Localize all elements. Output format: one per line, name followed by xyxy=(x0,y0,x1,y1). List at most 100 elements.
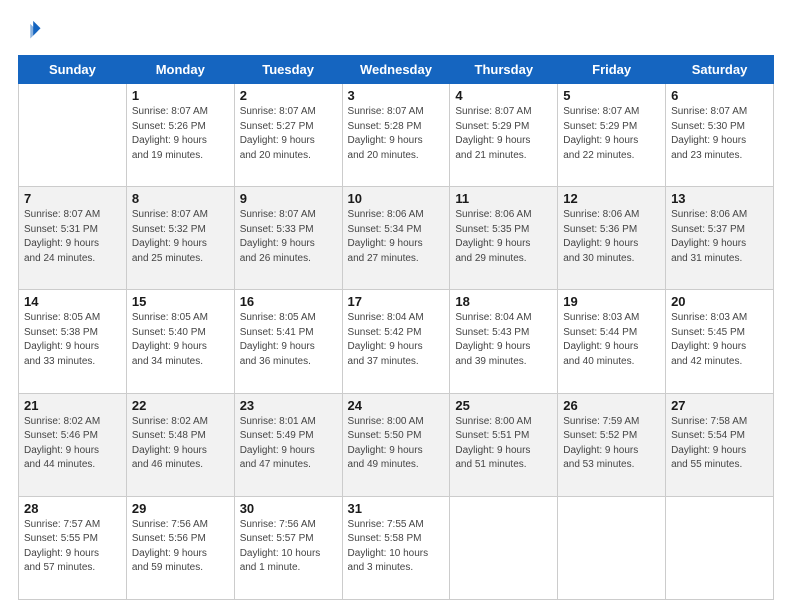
day-info: Sunrise: 8:07 AMSunset: 5:26 PMDaylight:… xyxy=(132,105,229,163)
page: SundayMondayTuesdayWednesdayThursdayFrid… xyxy=(0,0,792,612)
day-info: Sunrise: 7:55 AMSunset: 5:58 PMDaylight:… xyxy=(348,518,445,576)
day-info: Sunrise: 7:56 AMSunset: 5:56 PMDaylight:… xyxy=(132,518,229,576)
weekday-header-tuesday: Tuesday xyxy=(234,56,342,84)
calendar-cell: 5Sunrise: 8:07 AMSunset: 5:29 PMDaylight… xyxy=(558,84,666,187)
day-info: Sunrise: 8:07 AMSunset: 5:27 PMDaylight:… xyxy=(240,105,337,163)
day-info: Sunrise: 8:07 AMSunset: 5:30 PMDaylight:… xyxy=(671,105,768,163)
calendar-cell: 29 Sunrise: 7:56 AMSunset: 5:56 PMDayligh… xyxy=(126,496,234,599)
day-info: Sunrise: 8:00 AMSunset: 5:50 PMDaylight:… xyxy=(348,415,445,473)
calendar-cell: 15 Sunrise: 8:05 AMSunset: 5:40 PMDayligh… xyxy=(126,290,234,393)
calendar-cell: 26 Sunrise: 7:59 AMSunset: 5:52 PMDayligh… xyxy=(558,393,666,496)
calendar-week-3: 14 Sunrise: 8:05 AMSunset: 5:38 PMDayligh… xyxy=(19,290,774,393)
day-info: Sunrise: 8:07 AMSunset: 5:29 PMDaylight:… xyxy=(563,105,660,163)
day-info: Sunrise: 8:00 AMSunset: 5:51 PMDaylight:… xyxy=(455,415,552,473)
calendar-cell: 17Sunrise: 8:04 AMSunset: 5:42 PMDayligh… xyxy=(342,290,450,393)
day-number: 21 xyxy=(24,398,121,413)
calendar-cell: 31 Sunrise: 7:55 AMSunset: 5:58 PMDayligh… xyxy=(342,496,450,599)
day-info: Sunrise: 7:58 AMSunset: 5:54 PMDaylight:… xyxy=(671,415,768,473)
calendar-cell: 30 Sunrise: 7:56 AMSunset: 5:57 PMDayligh… xyxy=(234,496,342,599)
day-number: 12 xyxy=(563,191,660,206)
day-number: 29 xyxy=(132,501,229,516)
calendar-cell: 7 Sunrise: 8:07 AMSunset: 5:31 PMDaylight… xyxy=(19,187,127,290)
logo xyxy=(18,18,42,45)
day-number: 23 xyxy=(240,398,337,413)
calendar-cell xyxy=(19,84,127,187)
weekday-header-sunday: Sunday xyxy=(19,56,127,84)
calendar-week-2: 7 Sunrise: 8:07 AMSunset: 5:31 PMDaylight… xyxy=(19,187,774,290)
calendar-cell: 6 Sunrise: 8:07 AMSunset: 5:30 PMDaylight… xyxy=(666,84,774,187)
calendar-cell: 22Sunrise: 8:02 AMSunset: 5:48 PMDayligh… xyxy=(126,393,234,496)
calendar-cell: 14 Sunrise: 8:05 AMSunset: 5:38 PMDayligh… xyxy=(19,290,127,393)
calendar-cell: 12 Sunrise: 8:06 AMSunset: 5:36 PMDayligh… xyxy=(558,187,666,290)
day-number: 16 xyxy=(240,294,337,309)
day-info: Sunrise: 8:02 AMSunset: 5:48 PMDaylight:… xyxy=(132,415,229,473)
day-info: Sunrise: 7:59 AMSunset: 5:52 PMDaylight:… xyxy=(563,415,660,473)
day-number: 8 xyxy=(132,191,229,206)
calendar-cell: 11Sunrise: 8:06 AMSunset: 5:35 PMDayligh… xyxy=(450,187,558,290)
calendar-cell: 16 Sunrise: 8:05 AMSunset: 5:41 PMDayligh… xyxy=(234,290,342,393)
calendar-cell xyxy=(558,496,666,599)
day-info: Sunrise: 7:57 AMSunset: 5:55 PMDaylight:… xyxy=(24,518,121,576)
day-info: Sunrise: 8:04 AMSunset: 5:43 PMDaylight:… xyxy=(455,311,552,369)
calendar-cell: 24Sunrise: 8:00 AMSunset: 5:50 PMDayligh… xyxy=(342,393,450,496)
day-info: Sunrise: 8:04 AMSunset: 5:42 PMDaylight:… xyxy=(348,311,445,369)
weekday-header-wednesday: Wednesday xyxy=(342,56,450,84)
day-info: Sunrise: 8:06 AMSunset: 5:37 PMDaylight:… xyxy=(671,208,768,266)
day-number: 30 xyxy=(240,501,337,516)
calendar-week-1: 1Sunrise: 8:07 AMSunset: 5:26 PMDaylight… xyxy=(19,84,774,187)
calendar-cell: 1Sunrise: 8:07 AMSunset: 5:26 PMDaylight… xyxy=(126,84,234,187)
day-number: 14 xyxy=(24,294,121,309)
day-number: 6 xyxy=(671,88,768,103)
calendar-cell: 18 Sunrise: 8:04 AMSunset: 5:43 PMDayligh… xyxy=(450,290,558,393)
weekday-header-monday: Monday xyxy=(126,56,234,84)
calendar-cell: 21Sunrise: 8:02 AMSunset: 5:46 PMDayligh… xyxy=(19,393,127,496)
day-info: Sunrise: 8:05 AMSunset: 5:38 PMDaylight:… xyxy=(24,311,121,369)
day-number: 28 xyxy=(24,501,121,516)
day-info: Sunrise: 7:56 AMSunset: 5:57 PMDaylight:… xyxy=(240,518,337,576)
day-info: Sunrise: 8:03 AMSunset: 5:45 PMDaylight:… xyxy=(671,311,768,369)
day-number: 3 xyxy=(348,88,445,103)
weekday-header-saturday: Saturday xyxy=(666,56,774,84)
day-number: 7 xyxy=(24,191,121,206)
day-number: 13 xyxy=(671,191,768,206)
day-info: Sunrise: 8:05 AMSunset: 5:41 PMDaylight:… xyxy=(240,311,337,369)
calendar-table: SundayMondayTuesdayWednesdayThursdayFrid… xyxy=(18,55,774,600)
calendar-cell: 9 Sunrise: 8:07 AMSunset: 5:33 PMDaylight… xyxy=(234,187,342,290)
calendar-body: 1Sunrise: 8:07 AMSunset: 5:26 PMDaylight… xyxy=(19,84,774,600)
calendar-cell: 20 Sunrise: 8:03 AMSunset: 5:45 PMDayligh… xyxy=(666,290,774,393)
calendar-cell: 10Sunrise: 8:06 AMSunset: 5:34 PMDayligh… xyxy=(342,187,450,290)
day-number: 11 xyxy=(455,191,552,206)
day-number: 18 xyxy=(455,294,552,309)
calendar-cell: 25 Sunrise: 8:00 AMSunset: 5:51 PMDayligh… xyxy=(450,393,558,496)
calendar-cell: 27 Sunrise: 7:58 AMSunset: 5:54 PMDayligh… xyxy=(666,393,774,496)
calendar-cell: 28 Sunrise: 7:57 AMSunset: 5:55 PMDayligh… xyxy=(19,496,127,599)
calendar-cell: 13 Sunrise: 8:06 AMSunset: 5:37 PMDayligh… xyxy=(666,187,774,290)
day-number: 2 xyxy=(240,88,337,103)
calendar-cell xyxy=(450,496,558,599)
day-info: Sunrise: 8:06 AMSunset: 5:34 PMDaylight:… xyxy=(348,208,445,266)
day-number: 26 xyxy=(563,398,660,413)
calendar-cell: 19Sunrise: 8:03 AMSunset: 5:44 PMDayligh… xyxy=(558,290,666,393)
day-number: 15 xyxy=(132,294,229,309)
calendar-cell: 4Sunrise: 8:07 AMSunset: 5:29 PMDaylight… xyxy=(450,84,558,187)
day-info: Sunrise: 8:07 AMSunset: 5:33 PMDaylight:… xyxy=(240,208,337,266)
weekday-header-friday: Friday xyxy=(558,56,666,84)
calendar-week-4: 21Sunrise: 8:02 AMSunset: 5:46 PMDayligh… xyxy=(19,393,774,496)
day-number: 31 xyxy=(348,501,445,516)
calendar-week-5: 28 Sunrise: 7:57 AMSunset: 5:55 PMDayligh… xyxy=(19,496,774,599)
day-number: 9 xyxy=(240,191,337,206)
day-info: Sunrise: 8:07 AMSunset: 5:32 PMDaylight:… xyxy=(132,208,229,266)
day-number: 19 xyxy=(563,294,660,309)
calendar-cell: 2 Sunrise: 8:07 AMSunset: 5:27 PMDaylight… xyxy=(234,84,342,187)
calendar-cell: 3Sunrise: 8:07 AMSunset: 5:28 PMDaylight… xyxy=(342,84,450,187)
day-info: Sunrise: 8:06 AMSunset: 5:36 PMDaylight:… xyxy=(563,208,660,266)
day-number: 20 xyxy=(671,294,768,309)
header xyxy=(18,18,774,45)
day-info: Sunrise: 8:05 AMSunset: 5:40 PMDaylight:… xyxy=(132,311,229,369)
day-info: Sunrise: 8:07 AMSunset: 5:31 PMDaylight:… xyxy=(24,208,121,266)
calendar-cell: 8 Sunrise: 8:07 AMSunset: 5:32 PMDaylight… xyxy=(126,187,234,290)
day-number: 25 xyxy=(455,398,552,413)
day-number: 27 xyxy=(671,398,768,413)
weekday-header-thursday: Thursday xyxy=(450,56,558,84)
day-info: Sunrise: 8:01 AMSunset: 5:49 PMDaylight:… xyxy=(240,415,337,473)
